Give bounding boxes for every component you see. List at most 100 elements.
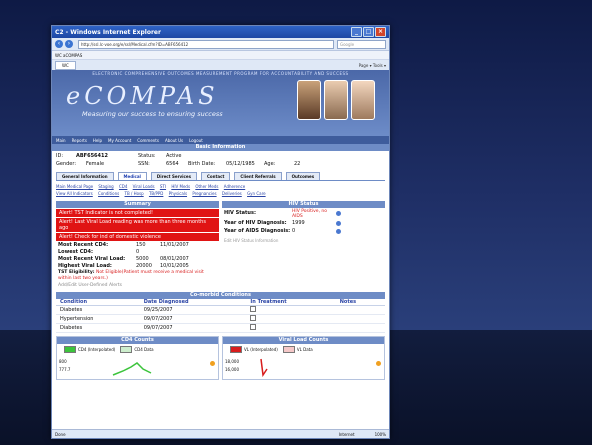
info-icon[interactable] — [336, 211, 341, 216]
links-bar: WC aCOMPAS — [52, 51, 389, 60]
in-treatment-checkbox[interactable] — [250, 315, 257, 321]
nav-my-account[interactable]: My Account — [108, 138, 131, 143]
nav-reports[interactable]: Reports — [72, 138, 87, 143]
summary-hiv-section: Summary Alert! TST Indicator is not comp… — [56, 201, 385, 289]
tab-medical[interactable]: Medical — [117, 172, 147, 180]
nav-help[interactable]: Help — [93, 138, 102, 143]
axis-label: 18,000 — [225, 359, 239, 364]
close-button[interactable]: × — [375, 27, 386, 37]
legend-swatch — [282, 346, 295, 353]
axis-label: 800 — [59, 359, 67, 364]
person-photo — [324, 80, 348, 120]
zoom-level[interactable]: 100% — [375, 432, 386, 437]
toolbar-menus[interactable]: Page ▾ Tools ▾ — [359, 63, 386, 68]
link-hiv-meds[interactable]: HIV Meds — [171, 184, 190, 189]
link-cd4[interactable]: CD4 — [119, 184, 127, 189]
summary-row: Lowest CD4: 0 — [58, 249, 140, 255]
axis-label: 777.7 — [59, 367, 71, 372]
ecompas-banner: ELECTRONIC COMPREHENSIVE OUTCOMES MEASUR… — [52, 70, 389, 136]
nav-about-us[interactable]: About Us — [165, 138, 183, 143]
comorbid-section: Co-morbid Conditions Condition Date Diag… — [56, 292, 385, 333]
maximize-button[interactable]: □ — [363, 27, 374, 37]
link-pregnancies[interactable]: Pregnancies — [192, 191, 216, 196]
link-viral-loads[interactable]: Viral Loads — [133, 184, 155, 189]
back-icon[interactable]: ‹ — [55, 40, 63, 48]
person-photo — [351, 80, 375, 120]
tab-outcomes[interactable]: Outcomes — [285, 172, 321, 180]
hiv-status-value: HIV Positive, no AIDS — [292, 209, 328, 219]
cd4-chart: CD4 Counts CD4 (Interpolated) CD4 Data 8… — [56, 336, 219, 380]
link-view-all-indicators[interactable]: View All Indicators — [56, 191, 93, 196]
tab-general-information[interactable]: General Information — [56, 172, 114, 180]
link-deliveries[interactable]: Deliveries — [222, 191, 242, 196]
legend-swatch — [120, 346, 133, 353]
status-bar: Done Internet 100% — [52, 429, 389, 438]
in-treatment-checkbox[interactable] — [250, 324, 257, 330]
window-title: C2 - Windows Internet Explorer — [55, 28, 161, 36]
address-bar: ‹ › http://ssl.lc-voe.org/e/ssl/Medical.… — [52, 38, 389, 51]
page-content: ELECTRONIC COMPREHENSIVE OUTCOMES MEASUR… — [52, 70, 389, 429]
ssn-value: 6564 — [166, 161, 179, 167]
cd4-plot — [112, 362, 152, 376]
link-main-medical[interactable]: Main Medical Page — [56, 184, 93, 189]
banner-tagline: Measuring our success to ensuring succes… — [82, 110, 223, 118]
hiv-diagnosis-label: Year of HIV Diagnosis: — [224, 220, 287, 226]
id-label: ID: — [56, 153, 64, 159]
tab-client-referrals[interactable]: Client Referrals — [234, 172, 282, 180]
link-staging[interactable]: Staging — [98, 184, 113, 189]
browser-window: C2 - Windows Internet Explorer _ □ × ‹ ›… — [51, 25, 390, 439]
age-label: Age: — [264, 161, 276, 167]
in-treatment-checkbox[interactable] — [250, 306, 257, 312]
tab-contact[interactable]: Contact — [200, 172, 231, 180]
summary-header: Summary — [56, 201, 219, 208]
url-field[interactable]: http://ssl.lc-voe.org/e/ssl/Medical.cfm?… — [78, 39, 334, 49]
banner-photos — [294, 80, 375, 120]
nav-main[interactable]: Main — [56, 138, 66, 143]
summary-row: Most Recent CD4: 150 11/01/2007 — [58, 242, 189, 248]
link-physicals[interactable]: Physicals — [169, 191, 187, 196]
ecompas-logo: eCOMPAS — [66, 82, 219, 110]
info-icon[interactable] — [336, 221, 341, 226]
hiv-status-panel: HIV Status HIV Status: HIV Positive, no A… — [222, 201, 385, 289]
search-input[interactable]: Google — [337, 39, 386, 49]
add-alerts-link[interactable]: Add/Edit User-Defined Alerts — [56, 282, 219, 289]
table-row: Diabetes 09/07/2007 — [56, 323, 385, 333]
ssn-label: SSN: — [138, 161, 150, 167]
nav-comments[interactable]: Comments — [137, 138, 159, 143]
link-conditions[interactable]: Conditions — [98, 191, 119, 196]
edit-hiv-status-link[interactable]: Edit HIV Status Information — [222, 236, 385, 245]
favorites-link[interactable]: WC aCOMPAS — [55, 53, 82, 58]
axis-label: 16,000 — [225, 367, 239, 372]
banner-top-text: ELECTRONIC COMPREHENSIVE OUTCOMES MEASUR… — [92, 71, 349, 76]
birth-date-value: 05/12/1985 — [226, 161, 255, 167]
viral-load-chart: Viral Load Counts VL (Interpolated) VL D… — [222, 336, 385, 380]
forward-icon[interactable]: › — [65, 40, 73, 48]
minimize-button[interactable]: _ — [351, 27, 362, 37]
alert-viral-load: Alert! Last Viral Load reading was more … — [56, 218, 219, 232]
link-gyn-care[interactable]: Gyn Care — [247, 191, 266, 196]
app-nav-bar: Main Reports Help My Account Comments Ab… — [52, 136, 389, 144]
comorbid-table: Condition Date Diagnosed In Treatment No… — [56, 299, 385, 333]
cd4-legend: CD4 (Interpolated) CD4 Data — [57, 344, 218, 355]
birth-date-label: Birth Date: — [188, 161, 216, 167]
age-value: 22 — [294, 161, 301, 167]
alert-tst: Alert! TST Indicator is not completed! — [56, 209, 219, 217]
comorbid-header: Co-morbid Conditions — [56, 292, 385, 299]
chart-icon[interactable] — [210, 361, 215, 366]
link-tb-hosp[interactable]: TB / Hosp — [125, 191, 144, 196]
summary-panel: Summary Alert! TST Indicator is not comp… — [56, 201, 219, 289]
status-label: Status: — [138, 153, 156, 159]
gender-value: Female — [86, 161, 105, 167]
link-other-meds[interactable]: Other Meds — [195, 184, 218, 189]
link-tb-ppd[interactable]: TB/PPD — [149, 191, 163, 196]
chart-icon[interactable] — [376, 361, 381, 366]
status-text: Done — [55, 431, 66, 437]
cd4-chart-header: CD4 Counts — [57, 337, 218, 344]
browser-tab[interactable]: WC — [55, 61, 76, 70]
nav-logout[interactable]: Logout — [189, 138, 203, 143]
link-adherence[interactable]: Adherence — [224, 184, 245, 189]
hiv-status-label: HIV Status: — [224, 210, 256, 216]
tab-direct-services[interactable]: Direct Services — [150, 172, 197, 180]
info-icon[interactable] — [336, 229, 341, 234]
link-sti[interactable]: STI — [160, 184, 166, 189]
